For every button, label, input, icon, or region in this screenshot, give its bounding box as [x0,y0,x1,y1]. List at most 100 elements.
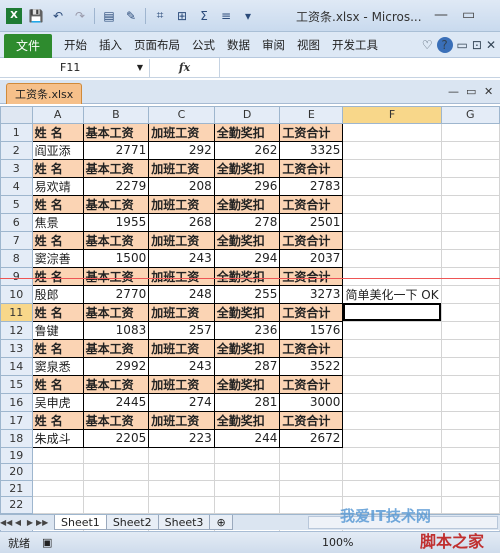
tab-review[interactable]: 审阅 [256,32,291,57]
empty-cell[interactable] [440,194,500,214]
borders-icon[interactable]: ⊞ [174,8,190,24]
empty-cell[interactable] [148,446,215,464]
header-cell[interactable]: 姓 名 [31,122,84,142]
data-cell[interactable]: 2672 [279,428,344,448]
data-cell[interactable]: 1955 [82,212,150,232]
row-header[interactable]: 4 [0,176,33,196]
empty-cell[interactable] [82,446,150,464]
row-header[interactable]: 10 [0,284,33,304]
row-header[interactable]: 1 [0,122,33,142]
customize-toolbar-icon[interactable]: ▾ [240,8,256,24]
data-cell[interactable]: 易欢靖 [31,176,84,196]
data-cell[interactable]: 2279 [82,176,150,196]
empty-cell[interactable] [342,212,442,232]
empty-cell[interactable] [440,284,500,304]
empty-cell[interactable] [82,479,150,497]
column-header-b[interactable]: B [82,106,150,124]
header-cell[interactable]: 姓 名 [31,338,84,358]
format-painter-icon[interactable]: ✎ [123,8,139,24]
data-cell[interactable]: 287 [213,356,281,376]
data-cell[interactable]: 2770 [82,284,150,304]
header-cell[interactable]: 基本工资 [82,122,150,142]
align-icon[interactable]: ≡ [218,8,234,24]
header-cell[interactable]: 加班工资 [148,122,215,142]
header-cell[interactable]: 加班工资 [148,338,215,358]
column-header-c[interactable]: C [148,106,215,124]
empty-cell[interactable] [342,122,442,142]
sum-icon[interactable]: Σ [196,8,212,24]
empty-cell[interactable] [440,230,500,250]
empty-cell[interactable] [82,463,150,481]
header-cell[interactable]: 工资合计 [279,122,344,142]
empty-cell[interactable] [342,140,442,160]
minimize-icon[interactable]: — [448,85,459,98]
formula-input[interactable] [220,58,500,77]
row-header[interactable]: 12 [0,320,33,340]
empty-cell[interactable] [213,479,281,497]
chevron-down-icon[interactable]: ▼ [137,63,143,72]
empty-cell[interactable] [31,479,84,497]
row-header[interactable]: 20 [0,463,33,481]
zoom-level[interactable]: 100% [322,536,353,549]
header-cell[interactable]: 加班工资 [148,194,215,214]
data-cell[interactable]: 274 [148,392,215,412]
data-cell[interactable]: 2992 [82,356,150,376]
data-cell[interactable]: 243 [148,248,215,268]
restore-icon[interactable]: ▭ [466,85,476,98]
note-cell[interactable]: 简单美化一下 OK [342,284,442,304]
data-cell[interactable]: 3273 [279,284,344,304]
data-cell[interactable]: 朱成斗 [31,428,84,448]
data-cell[interactable]: 2445 [82,392,150,412]
header-cell[interactable]: 姓 名 [31,158,84,178]
select-all-corner[interactable] [0,106,33,124]
empty-cell[interactable] [440,248,500,268]
header-cell[interactable]: 加班工资 [148,266,215,286]
empty-cell[interactable] [342,374,442,394]
data-cell[interactable]: 阎亚添 [31,140,84,160]
tab-page-layout[interactable]: 页面布局 [128,32,186,57]
empty-cell[interactable] [440,140,500,160]
row-header[interactable]: 8 [0,248,33,268]
empty-cell[interactable] [342,338,442,358]
header-cell[interactable]: 姓 名 [31,266,84,286]
data-cell[interactable]: 268 [148,212,215,232]
data-cell[interactable]: 1576 [279,320,344,340]
data-cell[interactable]: 2037 [279,248,344,268]
empty-cell[interactable] [342,230,442,250]
ribbon-collapse-icon[interactable]: ♡ [422,38,433,52]
insert-sheet-icon[interactable]: ⊕ [209,515,233,530]
empty-cell[interactable] [440,302,500,322]
data-cell[interactable]: 2783 [279,176,344,196]
close-icon[interactable]: ✕ [486,38,496,52]
data-cell[interactable]: 殷郎 [31,284,84,304]
empty-cell[interactable] [440,392,500,412]
data-cell[interactable]: 278 [213,212,281,232]
row-header[interactable]: 5 [0,194,33,214]
row-header[interactable]: 7 [0,230,33,250]
data-cell[interactable]: 焦景 [31,212,84,232]
header-cell[interactable]: 工资合计 [279,338,344,358]
header-cell[interactable]: 工资合计 [279,410,344,430]
empty-cell[interactable] [440,266,500,286]
header-cell[interactable]: 姓 名 [31,230,84,250]
header-cell[interactable]: 加班工资 [148,230,215,250]
tab-file[interactable]: 文件 [4,33,53,58]
empty-cell[interactable] [440,320,500,340]
data-cell[interactable]: 292 [148,140,215,160]
help-icon[interactable]: ? [436,36,453,53]
data-cell[interactable]: 262 [213,140,281,160]
header-cell[interactable]: 工资合计 [279,374,344,394]
data-cell[interactable]: 1500 [82,248,150,268]
header-cell[interactable]: 全勤奖扣 [213,122,281,142]
header-cell[interactable]: 全勤奖扣 [213,338,281,358]
data-cell[interactable]: 窦淙善 [31,248,84,268]
tab-developer[interactable]: 开发工具 [326,32,384,57]
data-cell[interactable]: 1083 [82,320,150,340]
header-cell[interactable]: 姓 名 [31,194,84,214]
column-header-d[interactable]: D [213,106,281,124]
filter-icon[interactable]: ⌗ [152,8,168,24]
last-sheet-icon[interactable]: ▶▶ [36,518,48,527]
next-sheet-icon[interactable]: ▶ [24,518,36,527]
data-cell[interactable]: 2771 [82,140,150,160]
row-header[interactable]: 17 [0,410,33,430]
